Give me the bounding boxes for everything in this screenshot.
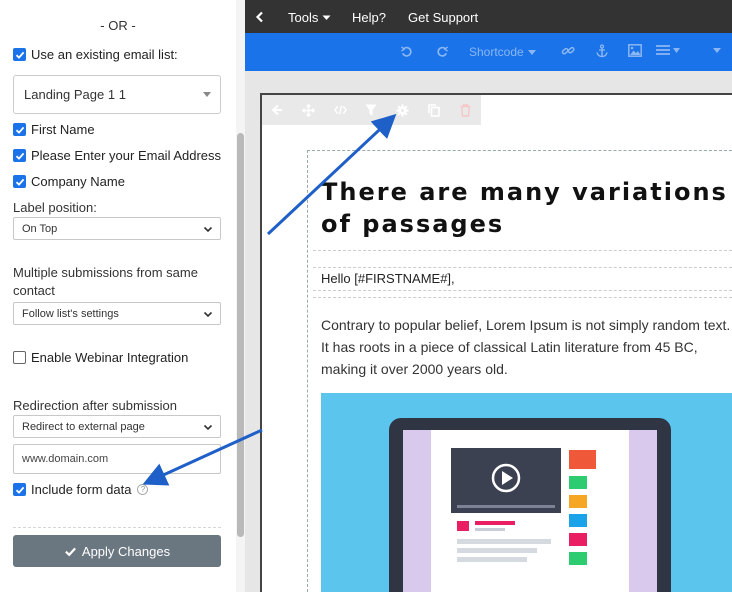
anchor-button[interactable] — [595, 44, 609, 58]
divider — [313, 297, 732, 298]
image-icon — [628, 44, 642, 57]
chevron-down-icon — [203, 311, 213, 318]
anchor-icon — [596, 44, 608, 58]
arrow-left-icon[interactable] — [270, 103, 284, 117]
gear-icon[interactable] — [395, 103, 409, 117]
caret-down-icon — [322, 15, 331, 20]
code-icon[interactable] — [333, 103, 347, 117]
scrollbar-thumb[interactable] — [237, 133, 244, 537]
field-label: Company Name — [31, 174, 125, 189]
redo-button[interactable] — [436, 45, 449, 58]
filter-icon[interactable] — [364, 103, 378, 117]
menu-help[interactable]: Help? — [352, 10, 386, 25]
chevron-down-icon — [203, 424, 213, 431]
field-company-checkbox[interactable]: Company Name — [13, 174, 125, 189]
chevron-down-icon — [713, 48, 721, 53]
checkbox-checked-icon — [13, 48, 26, 61]
menu-get-support-label: Get Support — [408, 10, 479, 25]
menu-tools-label: Tools — [288, 10, 319, 25]
apply-changes-label: Apply Changes — [81, 543, 171, 559]
multiple-submissions-label: Multiple submissions from same contact — [13, 265, 198, 298]
check-icon — [64, 547, 76, 556]
caret-down-icon — [527, 49, 536, 55]
redirection-label: Redirection after submission — [13, 398, 178, 413]
redo-icon — [437, 46, 449, 57]
include-form-data-label: Include form data — [31, 482, 132, 497]
use-existing-list-checkbox[interactable]: Use an existing email list: — [13, 47, 178, 62]
shortcode-dropdown[interactable]: Shortcode — [469, 45, 536, 59]
email-paragraph[interactable]: Contrary to popular belief, Lorem Ipsum … — [321, 314, 731, 380]
list-dropdown[interactable] — [656, 44, 680, 56]
hero-image[interactable] — [321, 393, 732, 592]
email-greeting[interactable]: Hello [#FIRSTNAME#], — [321, 271, 455, 286]
label-position-select[interactable]: On Top — [13, 217, 221, 240]
question-icon[interactable]: ? — [137, 484, 149, 495]
move-icon[interactable] — [301, 103, 315, 117]
label-position-label: Label position: — [13, 200, 97, 215]
checkbox-checked-icon — [13, 149, 26, 162]
undo-button[interactable] — [400, 45, 413, 58]
checkbox-checked-icon — [13, 175, 26, 188]
field-email-checkbox[interactable]: Please Enter your Email Address — [13, 148, 221, 163]
image-button[interactable] — [628, 44, 642, 57]
link-button[interactable] — [561, 44, 575, 58]
more-dropdown[interactable] — [713, 48, 721, 53]
label-position-value: On Top — [22, 222, 58, 235]
divider — [313, 250, 732, 251]
block-toolbar — [262, 95, 481, 125]
shortcode-label: Shortcode — [469, 45, 524, 59]
or-separator-label: - OR - — [100, 18, 136, 33]
redirection-select[interactable]: Redirect to external page — [13, 415, 221, 438]
include-form-data-checkbox[interactable]: Include form data ? — [13, 482, 149, 497]
email-list-select[interactable]: Landing Page 1 1 — [13, 75, 221, 114]
copy-icon[interactable] — [427, 103, 441, 117]
redirect-url-input[interactable]: www.domain.com — [13, 444, 221, 474]
chevron-down-icon — [203, 226, 213, 233]
dropdown-caret-icon — [203, 92, 211, 97]
link-icon — [561, 46, 575, 55]
top-menu-bar: Tools Help? Get Support — [245, 0, 732, 33]
redirection-value: Redirect to external page — [22, 420, 145, 433]
divider — [313, 290, 732, 291]
back-button[interactable] — [255, 11, 265, 23]
multiple-submissions-select[interactable]: Follow list's settings — [13, 302, 221, 325]
email-heading[interactable]: There are many variations of passages — [321, 176, 731, 240]
panel-scrollbar[interactable] — [236, 0, 245, 592]
checkbox-checked-icon — [13, 483, 26, 496]
list-icon — [656, 45, 670, 55]
field-label: First Name — [31, 122, 95, 137]
laptop-video-illustration — [389, 418, 671, 592]
editor-toolbar: Shortcode — [245, 33, 732, 71]
field-label: Please Enter your Email Address — [31, 148, 222, 163]
menu-help-label: Help? — [352, 10, 386, 25]
divider — [313, 267, 732, 268]
webinar-integration-label: Enable Webinar Integration — [31, 350, 189, 365]
multiple-submissions-value: Follow list's settings — [22, 307, 119, 320]
undo-icon — [400, 46, 412, 57]
divider — [13, 527, 221, 528]
checkbox-checked-icon — [13, 123, 26, 136]
checkbox-unchecked-icon — [13, 351, 26, 364]
chevron-left-icon — [255, 11, 263, 23]
apply-changes-button[interactable]: Apply Changes — [13, 535, 221, 567]
field-first-name-checkbox[interactable]: First Name — [13, 122, 95, 137]
redirect-url-value: www.domain.com — [22, 453, 109, 465]
webinar-integration-checkbox[interactable]: Enable Webinar Integration — [13, 350, 188, 365]
use-existing-list-label: Use an existing email list: — [31, 47, 178, 62]
menu-get-support[interactable]: Get Support — [408, 10, 478, 25]
trash-icon[interactable] — [458, 103, 472, 117]
caret-down-icon — [673, 47, 680, 53]
email-list-select-value: Landing Page 1 1 — [24, 87, 126, 102]
settings-panel: - OR - Use an existing email list: Landi… — [0, 0, 236, 592]
menu-tools[interactable]: Tools — [288, 10, 331, 25]
